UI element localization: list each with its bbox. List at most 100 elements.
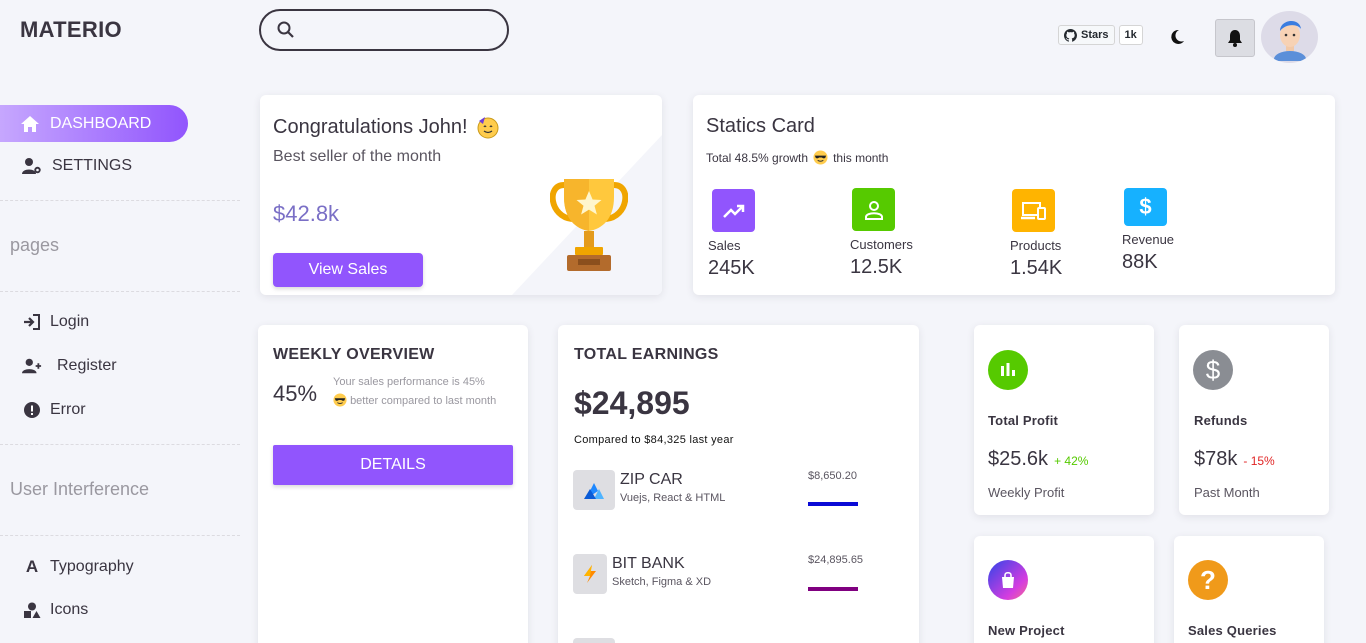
details-button[interactable]: DETAILS: [273, 445, 513, 485]
sales-queries-title: Sales Queries: [1188, 623, 1277, 638]
search-bar[interactable]: [259, 9, 509, 51]
sidebar-item-register[interactable]: Register: [22, 357, 117, 375]
statics-title: Statics Card: [706, 115, 815, 137]
github-stars-label: Stars: [1081, 29, 1109, 41]
poll-icon: [988, 350, 1028, 390]
earnings-item-progress: [808, 587, 858, 591]
stat-label: Sales: [708, 238, 741, 253]
alert-circle-icon: [22, 402, 42, 418]
earnings-item-logo-partial: [573, 638, 615, 643]
notifications-button[interactable]: [1215, 19, 1255, 57]
congrats-subtitle: Best seller of the month: [273, 148, 442, 165]
sunglasses-face-icon: [813, 150, 828, 165]
sidebar-item-typography[interactable]: A Typography: [22, 557, 134, 577]
earnings-item-name: ZIP CAR: [620, 471, 683, 488]
trophy-icon: [549, 175, 629, 282]
new-project-card: New Project: [974, 536, 1154, 643]
earnings-item-amount: $8,650.20: [808, 470, 857, 482]
profit-subtitle: Weekly Profit: [988, 485, 1065, 500]
congrats-amount: $42.8k: [273, 201, 340, 226]
weekly-overview-card: WEEKLY OVERVIEW 45% Your sales performan…: [258, 325, 528, 643]
user-avatar[interactable]: [1261, 11, 1318, 63]
sidebar-divider: [0, 200, 240, 201]
party-face-icon: [476, 115, 500, 139]
account-plus-icon: [22, 357, 42, 375]
stat-value: 1.54K: [1010, 257, 1063, 279]
earnings-compare: Compared to $84,325 last year: [574, 434, 734, 446]
sidebar-item-icons[interactable]: Icons: [22, 601, 88, 619]
sidebar-item-label: Typography: [50, 558, 134, 575]
profit-value: $25.6k: [988, 448, 1049, 470]
login-icon: [22, 314, 42, 330]
view-sales-button[interactable]: View Sales: [273, 253, 423, 287]
stat-sales: Sales 245K: [708, 189, 755, 280]
brand-logo[interactable]: MATERIO: [20, 17, 122, 43]
stat-label: Revenue: [1122, 232, 1175, 247]
shapes-icon: [22, 602, 42, 619]
devices-icon: [1012, 189, 1055, 232]
home-icon: [20, 115, 40, 133]
stat-revenue: $ Revenue 88K: [1122, 188, 1174, 274]
earnings-item-progress: [808, 502, 858, 506]
total-earnings-card: TOTAL EARNINGS $24,895 Compared to $84,3…: [558, 325, 919, 643]
stat-products: Products 1.54K: [1010, 189, 1062, 280]
sidebar-item-settings[interactable]: SETTINGS: [22, 157, 132, 175]
earnings-item-amount: $24,895.65: [808, 554, 864, 566]
zipcar-logo-icon: [573, 470, 615, 510]
earnings-item-name: BIT BANK: [612, 555, 685, 572]
total-profit-card: Total Profit $25.6k + 42% Weekly Profit: [974, 325, 1154, 515]
refunds-card: $ Refunds $78k - 15% Past Month: [1179, 325, 1329, 515]
sidebar-divider: [0, 444, 240, 445]
earnings-item-tags: Vuejs, React & HTML: [620, 492, 726, 504]
account-cog-icon: [22, 157, 42, 175]
earnings-item[interactable]: ZIP CAR Vuejs, React & HTML $8,650.20: [573, 470, 903, 512]
profit-change: + 42%: [1054, 454, 1089, 468]
stat-customers: Customers 12.5K: [850, 188, 913, 279]
dollar-icon: $: [1124, 188, 1167, 226]
refunds-subtitle: Past Month: [1194, 485, 1260, 500]
weekly-text-post: better compared to last month: [350, 395, 497, 407]
statics-card: Statics Card Total 48.5% growth this mon…: [693, 95, 1335, 295]
sidebar-divider: [0, 291, 240, 292]
sidebar-item-error[interactable]: Error: [22, 401, 86, 419]
congrats-title: Congratulations John!: [273, 115, 500, 139]
weekly-title: WEEKLY OVERVIEW: [273, 346, 435, 363]
statics-subtitle-post: this month: [833, 150, 889, 165]
sunglasses-face-icon: [333, 393, 347, 414]
sidebar-section-pages: pages: [10, 235, 60, 255]
congratulations-card: Congratulations John! Best seller of the…: [260, 95, 662, 295]
refunds-title: Refunds: [1194, 413, 1248, 428]
weekly-text-pre: Your sales performance is 45%: [333, 376, 485, 388]
search-icon: [277, 21, 295, 39]
sidebar-item-label: Register: [57, 357, 117, 374]
earnings-title: TOTAL EARNINGS: [574, 346, 719, 363]
weekly-percent: 45%: [273, 381, 318, 406]
bitbank-logo-icon: [573, 554, 607, 594]
sidebar-item-label: Login: [50, 313, 90, 330]
sidebar-item-label: SETTINGS: [52, 157, 133, 174]
sidebar-item-dashboard[interactable]: DASHBOARD: [0, 105, 188, 142]
sidebar-item-label: DASHBOARD: [50, 114, 152, 132]
stat-value: 88K: [1122, 251, 1158, 273]
weekly-description: Your sales performance is 45% better com…: [333, 373, 513, 414]
github-icon: [1064, 28, 1077, 42]
earnings-item[interactable]: BIT BANK Sketch, Figma & XD $24,895.65: [573, 554, 903, 596]
stat-label: Customers: [850, 237, 913, 252]
stat-value: 12.5K: [850, 256, 903, 278]
refunds-change: - 15%: [1243, 454, 1275, 468]
sidebar-divider: [0, 535, 240, 536]
congrats-title-text: Congratulations John!: [273, 115, 468, 138]
github-stars-button[interactable]: Stars: [1058, 25, 1115, 45]
theme-toggle-moon-icon[interactable]: [1168, 28, 1186, 51]
new-project-title: New Project: [988, 623, 1065, 638]
github-stars-widget[interactable]: Stars 1k: [1058, 23, 1143, 47]
search-input[interactable]: [303, 22, 493, 38]
sidebar-section-ui: User Interference: [10, 479, 150, 499]
earnings-item-tags: Sketch, Figma & XD: [612, 576, 712, 588]
trending-up-icon: [712, 189, 755, 232]
dollar-circle-icon: $: [1193, 350, 1233, 390]
github-stars-count[interactable]: 1k: [1118, 25, 1143, 45]
sidebar-item-login[interactable]: Login: [22, 313, 89, 331]
refunds-value: $78k: [1194, 448, 1238, 470]
sidebar-item-label: Error: [50, 401, 86, 418]
